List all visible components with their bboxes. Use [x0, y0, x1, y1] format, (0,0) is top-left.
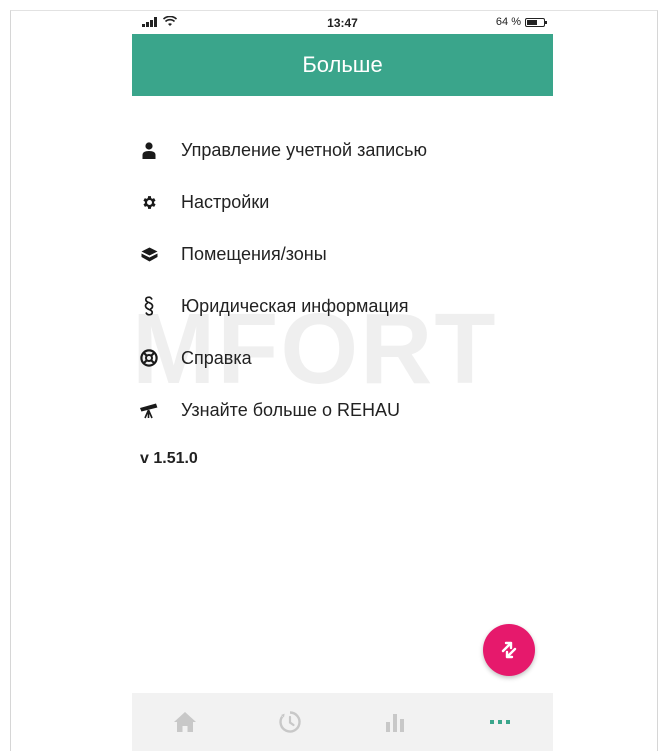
- status-time: 13:47: [327, 16, 358, 30]
- tab-more[interactable]: [448, 693, 553, 751]
- menu-item-label: Помещения/зоны: [181, 243, 327, 264]
- telescope-icon: [138, 399, 160, 421]
- menu-item-legal[interactable]: Юридическая информация: [132, 280, 553, 332]
- menu-item-label: Управление учетной записью: [181, 139, 428, 160]
- person-icon: [138, 139, 160, 161]
- page-title: Больше: [302, 52, 383, 77]
- menu-item-rooms[interactable]: Помещения/зоны: [132, 228, 553, 280]
- status-right: 64 %: [495, 16, 547, 28]
- gear-icon: [138, 191, 160, 213]
- menu-item-about-rehau[interactable]: Узнайте больше о REHAU: [132, 384, 553, 436]
- more-dots-icon: [490, 720, 511, 724]
- battery-level: [527, 19, 537, 25]
- tab-statistics[interactable]: [343, 693, 448, 751]
- battery-percent: 64 %: [495, 16, 521, 28]
- battery-icon: [525, 17, 547, 27]
- menu-item-label: Справка: [181, 347, 252, 368]
- menu-item-label: Узнайте больше о REHAU: [181, 399, 401, 420]
- timer-icon: [279, 711, 301, 733]
- menu-item-account[interactable]: Управление учетной записью: [132, 124, 553, 176]
- phone-screen: 13:47 64 % Больше MFORT Управление учетн…: [132, 12, 553, 751]
- more-menu: Управление учетной записью Настройки Пом…: [132, 124, 553, 436]
- swap-arrows-icon: [501, 641, 517, 659]
- page-header: Больше: [132, 34, 553, 96]
- menu-item-settings[interactable]: Настройки: [132, 176, 553, 228]
- home-icon: [173, 712, 196, 732]
- menu-item-label: Настройки: [181, 191, 270, 212]
- menu-item-help[interactable]: Справка: [132, 332, 553, 384]
- bottom-tab-bar: [132, 693, 553, 751]
- section-sign-icon: [138, 295, 160, 317]
- cube-icon: [138, 243, 160, 265]
- statistics-icon: [386, 714, 405, 732]
- tab-timer[interactable]: [237, 693, 342, 751]
- sync-fab-button[interactable]: [483, 624, 535, 676]
- menu-item-label: Юридическая информация: [181, 295, 409, 316]
- app-version: v 1.51.0: [140, 450, 198, 467]
- status-bar: 13:47 64 %: [132, 12, 553, 34]
- tab-home[interactable]: [132, 693, 237, 751]
- lifebuoy-icon: [138, 347, 160, 369]
